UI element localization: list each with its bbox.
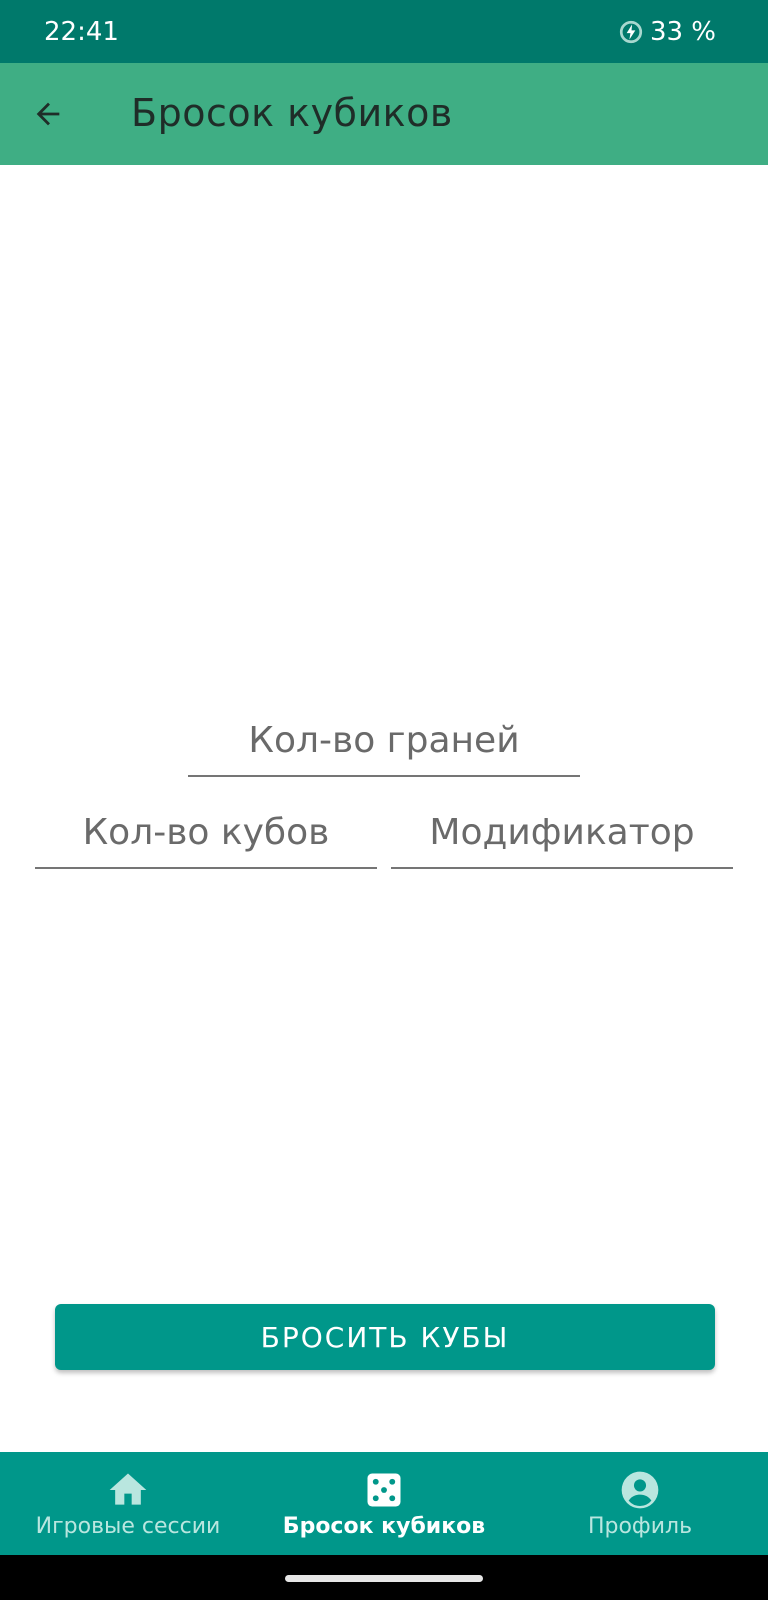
nav-item-sessions[interactable]: Игровые сессии — [0, 1452, 256, 1555]
modifier-field — [391, 812, 733, 869]
app-bar: Бросок кубиков — [0, 63, 768, 165]
bottom-nav: Игровые сессии Бросок кубиков Профиль — [0, 1452, 768, 1555]
nav-label-sessions: Игровые сессии — [35, 1514, 221, 1539]
battery-saver-icon — [619, 20, 643, 44]
nav-label-dice: Бросок кубиков — [282, 1514, 486, 1539]
nav-item-profile[interactable]: Профиль — [512, 1452, 768, 1555]
nav-label-profile: Профиль — [587, 1514, 693, 1539]
status-time: 22:41 — [44, 17, 119, 47]
faces-input[interactable] — [188, 720, 580, 767]
home-gesture-handle[interactable] — [285, 1575, 483, 1582]
nav-item-dice[interactable]: Бросок кубиков — [256, 1452, 512, 1555]
arrow-left-icon — [36, 102, 60, 126]
status-right: 33 % — [618, 17, 716, 47]
dice-count-field — [35, 812, 377, 869]
modifier-input[interactable] — [391, 812, 733, 859]
account-icon — [621, 1471, 659, 1509]
faces-field — [188, 720, 580, 777]
battery-percent: 33 % — [649, 17, 716, 47]
system-navigation-bar — [0, 1555, 768, 1600]
dice-count-input[interactable] — [35, 812, 377, 859]
dice-icon — [367, 1473, 401, 1507]
home-icon — [109, 1473, 147, 1505]
page-title: Бросок кубиков — [131, 91, 453, 135]
roll-dice-button[interactable]: БРОСИТЬ КУБЫ — [55, 1304, 715, 1370]
status-bar: 22:41 33 % — [0, 0, 768, 63]
back-button[interactable] — [22, 88, 74, 140]
